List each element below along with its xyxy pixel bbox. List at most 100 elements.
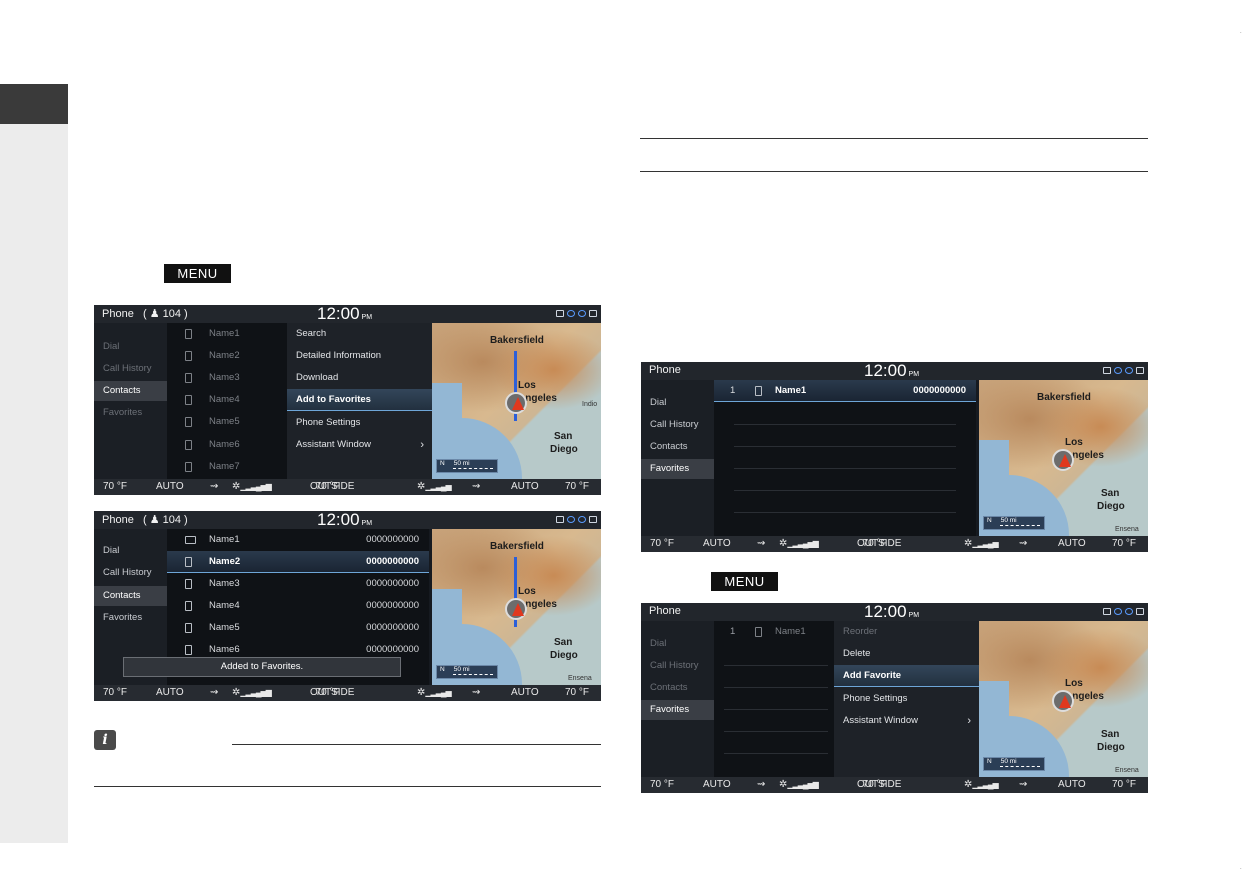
nav-dial[interactable]: Dial [94,541,167,561]
map-label: Los [1065,437,1083,448]
menu-add-to-favorites[interactable]: Add to Favorites [287,389,432,411]
passenger-temp[interactable]: 70 °F [565,479,589,495]
contact-row[interactable]: Name2 0000000000 [167,551,429,573]
navigation-map[interactable]: Los Angeles San Diego Ensena N 50 mi [979,621,1148,777]
fan-speed-icon[interactable]: ✲ ▁▂▃▄▅ [417,685,452,701]
nav-call-history[interactable]: Call History [94,563,167,583]
nav-favorites[interactable]: Favorites [641,700,714,720]
phone-icon [185,417,192,427]
signal-icon [589,310,597,317]
nav-contacts[interactable]: Contacts [94,586,167,606]
favorite-row[interactable]: 1 Name1 0000000000 [714,380,976,402]
phone-icon [185,645,192,655]
map-label: San [554,431,573,442]
nav-dial[interactable]: Dial [94,337,167,357]
menu-add-favorite[interactable]: Add Favorite [834,665,979,687]
driver-temp[interactable]: 70 °F [103,685,127,701]
contact-row[interactable]: Name2 [167,345,287,367]
status-bar: Phone 12:00 PM [641,603,1148,621]
nav-call-history[interactable]: Call History [94,359,167,379]
phone-icon [185,329,192,339]
navigation-map[interactable]: Bakersfield Los Angeles San Diego Indio … [432,323,601,479]
climate-bar: 70 °F AUTO ⇝ ✲ ▁▂▃▄▅▆ OUTSIDE 70 °F ✲ ▁▂▃▄… [94,479,601,495]
auto-left[interactable]: AUTO [156,479,184,495]
contact-row[interactable]: Name1 [167,323,287,345]
menu-reorder[interactable]: Reorder [834,621,979,643]
phone-nav: Dial Call History Contacts Favorites [641,621,714,777]
phone-icon [185,395,192,405]
auto-right[interactable]: AUTO [511,685,539,701]
menu-assistant-window[interactable]: Assistant Window › [287,434,432,456]
airflow-icon[interactable]: ⇝ [210,479,218,495]
fan-speed-icon[interactable]: ✲ ▁▂▃▄▅ [417,479,452,495]
driver-temp[interactable]: 70 °F [103,479,127,495]
nav-contacts[interactable]: Contacts [641,437,714,457]
contact-name: Name5 [209,622,240,633]
passenger-temp[interactable]: 70 °F [1112,777,1136,793]
fan-speed-icon[interactable]: ✲ ▁▂▃▄▅▆ [232,685,272,701]
airflow-icon[interactable]: ⇝ [472,479,480,495]
vehicle-position-icon [505,392,527,414]
nav-call-history[interactable]: Call History [641,415,714,435]
airflow-icon[interactable]: ⇝ [757,536,765,552]
auto-right[interactable]: AUTO [511,479,539,495]
airflow-icon[interactable]: ⇝ [472,685,480,701]
airflow-icon[interactable]: ⇝ [210,685,218,701]
fan-speed-icon[interactable]: ✲ ▁▂▃▄▅▆ [779,777,819,793]
fan-speed-icon[interactable]: ✲ ▁▂▃▄▅▆ [779,536,819,552]
nav-contacts[interactable]: Contacts [94,381,167,401]
auto-left[interactable]: AUTO [703,536,731,552]
contact-row[interactable]: Name4 [167,389,287,411]
contact-row[interactable]: Name3 [167,367,287,389]
fan-speed-icon[interactable]: ✲ ▁▂▃▄▅ [964,777,999,793]
driver-temp[interactable]: 70 °F [650,777,674,793]
contact-name: Name7 [209,461,240,472]
passenger-temp[interactable]: 70 °F [565,685,589,701]
nav-dial[interactable]: Dial [641,634,714,654]
screen-title: Phone [649,605,681,617]
nav-favorites[interactable]: Favorites [94,608,167,628]
auto-right[interactable]: AUTO [1058,777,1086,793]
menu-phone-settings[interactable]: Phone Settings [834,688,979,710]
auto-left[interactable]: AUTO [703,777,731,793]
menu-phone-settings[interactable]: Phone Settings [287,412,432,434]
menu-delete[interactable]: Delete [834,643,979,665]
menu-download[interactable]: Download [287,367,432,389]
airflow-icon[interactable]: ⇝ [1019,536,1027,552]
options-menu: Search Detailed Information Download Add… [287,323,432,479]
nav-favorites[interactable]: Favorites [641,459,714,479]
contact-row[interactable]: Name5 [167,411,287,433]
message-icon [185,536,196,544]
menu-detailed-information[interactable]: Detailed Information [287,345,432,367]
contact-row[interactable]: Name4 0000000000 [167,595,429,617]
nav-contacts[interactable]: Contacts [641,678,714,698]
contact-row[interactable]: Name3 0000000000 [167,573,429,595]
nav-call-history[interactable]: Call History [641,656,714,676]
menu-assistant-window[interactable]: Assistant Window › [834,710,979,732]
airflow-icon[interactable]: ⇝ [757,777,765,793]
navigation-map[interactable]: Bakersfield Los Angeles San Diego Ensena… [979,380,1148,536]
nav-favorites[interactable]: Favorites [94,403,167,423]
auto-right[interactable]: AUTO [1058,536,1086,552]
auto-left[interactable]: AUTO [156,685,184,701]
fan-speed-icon[interactable]: ✲ ▁▂▃▄▅ [964,536,999,552]
navigation-map[interactable]: Bakersfield Los Angeles San Diego Ensena… [432,529,601,685]
passenger-temp[interactable]: 70 °F [1112,536,1136,552]
favorite-row[interactable]: 1 Name1 [714,621,834,643]
contact-row[interactable]: Name5 0000000000 [167,617,429,639]
contact-row[interactable]: Name7 [167,456,287,478]
fan-speed-icon[interactable]: ✲ ▁▂▃▄▅▆ [232,479,272,495]
nav-dial[interactable]: Dial [641,393,714,413]
phone-nav: Dial Call History Contacts Favorites [641,380,714,536]
driver-temp[interactable]: 70 °F [650,536,674,552]
vehicle-position-icon [505,598,527,620]
airflow-icon[interactable]: ⇝ [1019,777,1027,793]
map-label: Indio [582,401,598,408]
status-bar: Phone ( ♟ 104 ) 12:00 PM [94,511,601,529]
chevron-right-icon: › [967,715,971,727]
bluetooth-icon [578,516,586,523]
contact-row[interactable]: Name6 [167,434,287,456]
contact-row[interactable]: Name1 0000000000 [167,529,429,551]
menu-search[interactable]: Search [287,323,432,345]
map-label: San [1101,729,1120,740]
